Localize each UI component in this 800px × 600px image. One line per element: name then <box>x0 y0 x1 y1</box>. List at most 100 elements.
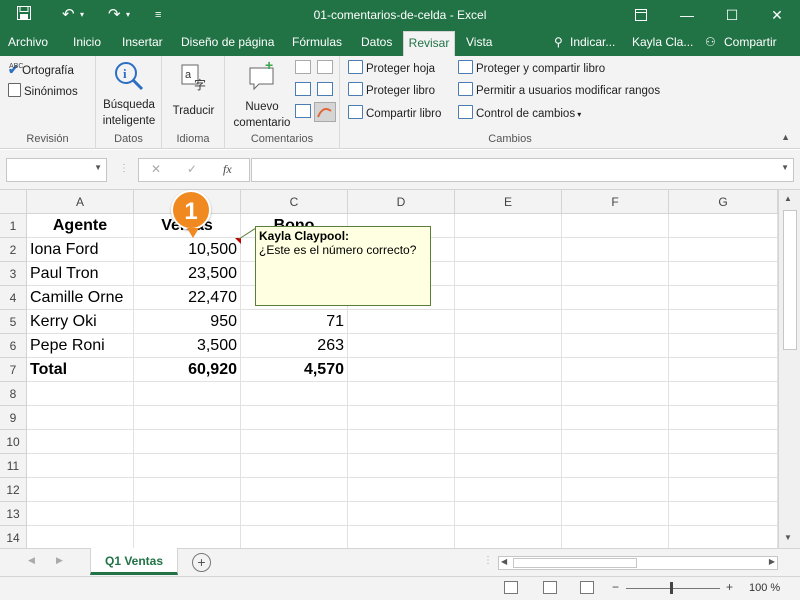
row-header[interactable]: 6 <box>0 334 27 358</box>
grid-cell[interactable] <box>455 334 562 358</box>
grid-cell[interactable] <box>241 406 348 430</box>
expand-formula-icon[interactable]: ▼ <box>781 163 789 172</box>
grid-cell[interactable] <box>348 358 455 382</box>
grid-cell[interactable] <box>134 382 241 406</box>
grid-cell[interactable] <box>669 286 778 310</box>
person-icon[interactable]: ⚇ <box>703 31 718 56</box>
grid-cell[interactable] <box>27 502 134 526</box>
grid-cell[interactable] <box>241 502 348 526</box>
cell-a5[interactable]: Kerry Oki <box>27 310 134 334</box>
user-name[interactable]: Kayla Cla... <box>630 31 695 56</box>
grid-cell[interactable] <box>455 406 562 430</box>
share-button[interactable]: Compartir <box>722 31 779 56</box>
grid-cell[interactable] <box>562 406 669 430</box>
horizontal-scrollbar[interactable]: ◀ ▶ <box>498 556 778 570</box>
row-header[interactable]: 14 <box>0 526 27 548</box>
grid-cell[interactable] <box>27 406 134 430</box>
share-workbook-button[interactable]: Compartir libro <box>348 104 441 124</box>
spelling-button[interactable]: ABC ✔ Ortografía <box>8 60 74 80</box>
column-header-g[interactable]: G <box>669 190 778 214</box>
add-sheet-icon[interactable]: + <box>192 553 211 572</box>
sheet-tab-q1-ventas[interactable]: Q1 Ventas <box>90 548 178 575</box>
grid-cell[interactable] <box>455 502 562 526</box>
formula-input[interactable]: ▼ <box>251 158 794 182</box>
grid-cell[interactable] <box>562 430 669 454</box>
row-header[interactable]: 1 <box>0 214 27 238</box>
grid-cell[interactable] <box>562 310 669 334</box>
page-break-icon[interactable] <box>580 581 594 594</box>
protect-share-button[interactable]: Proteger y compartir libro <box>458 59 605 79</box>
grid-cell[interactable] <box>562 502 669 526</box>
grid-cell[interactable] <box>134 454 241 478</box>
grid-cell[interactable] <box>455 526 562 548</box>
column-header-c[interactable]: C <box>241 190 348 214</box>
row-header[interactable]: 5 <box>0 310 27 334</box>
zoom-in-icon[interactable]: + <box>726 580 733 594</box>
column-header-a[interactable]: A <box>27 190 134 214</box>
scroll-down-icon[interactable]: ▼ <box>784 533 792 542</box>
grid-cell[interactable] <box>27 454 134 478</box>
cell-b6[interactable]: 3,500 <box>134 334 241 358</box>
page-layout-icon[interactable] <box>543 581 557 594</box>
grid-cell[interactable] <box>562 286 669 310</box>
next-comment-icon[interactable] <box>317 82 333 96</box>
grid-cell[interactable] <box>562 526 669 548</box>
grid-cell[interactable] <box>562 238 669 262</box>
grid-cell[interactable] <box>669 502 778 526</box>
scroll-left-icon[interactable]: ◀ <box>501 557 507 566</box>
row-header[interactable]: 4 <box>0 286 27 310</box>
grid-cell[interactable] <box>348 382 455 406</box>
grid-cell[interactable] <box>669 214 778 238</box>
row-header[interactable]: 9 <box>0 406 27 430</box>
row-header[interactable]: 13 <box>0 502 27 526</box>
zoom-slider-track[interactable] <box>626 588 720 589</box>
enter-icon[interactable]: ✓ <box>187 162 197 176</box>
grid-cell[interactable] <box>348 502 455 526</box>
grid-cell[interactable] <box>348 310 455 334</box>
grid-cell[interactable] <box>134 478 241 502</box>
grid-cell[interactable] <box>669 454 778 478</box>
grid-cell[interactable] <box>455 214 562 238</box>
grid-cell[interactable] <box>562 454 669 478</box>
cancel-icon[interactable]: ✕ <box>151 162 161 176</box>
grid-cell[interactable] <box>348 454 455 478</box>
protect-workbook-button[interactable]: Proteger libro <box>348 81 435 101</box>
select-all-corner[interactable] <box>0 190 27 214</box>
smart-lookup-button[interactable]: i Búsqueda inteligente <box>96 60 162 129</box>
grid-cell[interactable] <box>348 430 455 454</box>
show-ink-icon[interactable] <box>314 102 336 122</box>
cell-b5[interactable]: 950 <box>134 310 241 334</box>
tab-inicio[interactable]: Inicio <box>71 31 103 56</box>
column-header-e[interactable]: E <box>455 190 562 214</box>
row-header[interactable]: 2 <box>0 238 27 262</box>
thesaurus-button[interactable]: Sinónimos <box>8 82 78 102</box>
grid-cell[interactable] <box>455 430 562 454</box>
cell-a3[interactable]: Paul Tron <box>27 262 134 286</box>
cell-a4[interactable]: Camille Orne <box>27 286 134 310</box>
allow-edit-ranges-button[interactable]: Permitir a usuarios modificar rangos <box>458 81 660 101</box>
insert-function-icon[interactable]: fx <box>223 162 232 177</box>
grid-cell[interactable] <box>562 358 669 382</box>
zoom-slider-thumb[interactable] <box>670 582 673 594</box>
grid-cell[interactable] <box>455 262 562 286</box>
grid-cell[interactable] <box>241 382 348 406</box>
cell-c6[interactable]: 263 <box>241 334 348 358</box>
column-header-f[interactable]: F <box>562 190 669 214</box>
tell-me-search[interactable]: Indicar... <box>568 31 617 56</box>
cell-comment[interactable]: Kayla Claypool: ¿Este es el número corre… <box>255 226 431 306</box>
cell-a6[interactable]: Pepe Roni <box>27 334 134 358</box>
grid-cell[interactable] <box>455 358 562 382</box>
row-header[interactable]: 8 <box>0 382 27 406</box>
row-header[interactable]: 12 <box>0 478 27 502</box>
grid-cell[interactable] <box>134 406 241 430</box>
cell-b3[interactable]: 23,500 <box>134 262 241 286</box>
grid-cell[interactable] <box>27 478 134 502</box>
delete-comment-icon[interactable] <box>295 60 311 74</box>
grid-cell[interactable] <box>669 262 778 286</box>
scroll-right-icon[interactable]: ▶ <box>769 557 775 566</box>
show-comment-icon[interactable] <box>295 104 311 118</box>
horizontal-scroll-thumb[interactable] <box>513 558 637 568</box>
cell-b2[interactable]: 10,500 <box>134 238 241 262</box>
edit-comment-icon[interactable] <box>317 60 333 74</box>
tab-formulas[interactable]: Fórmulas <box>290 31 344 56</box>
